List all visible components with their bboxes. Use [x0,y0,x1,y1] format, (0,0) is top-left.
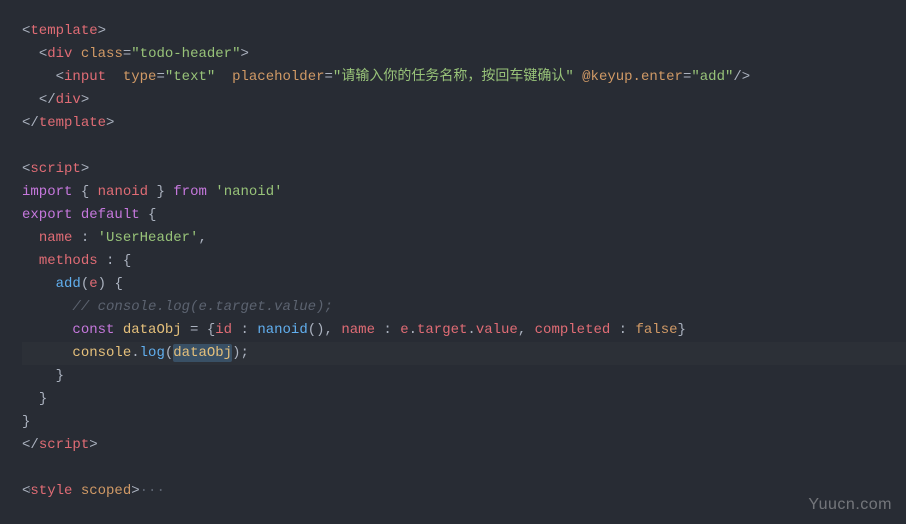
code-line[interactable] [22,457,906,480]
code-line[interactable]: methods : { [22,250,906,273]
code-editor[interactable]: <template> <div class="todo-header"> <in… [0,0,906,503]
code-line[interactable]: add(e) { [22,273,906,296]
fold-icon[interactable]: › [26,480,33,503]
code-line[interactable]: } [22,388,906,411]
code-line[interactable]: name : 'UserHeader', [22,227,906,250]
code-line[interactable]: console.log(dataObj); [22,342,906,365]
code-line[interactable]: </script> [22,434,906,457]
code-line[interactable] [22,135,906,158]
code-line[interactable]: // console.log(e.target.value); [22,296,906,319]
code-line[interactable]: </div> [22,89,906,112]
code-line[interactable]: <script> [22,158,906,181]
code-line[interactable]: <input type="text" placeholder="请输入你的任务名… [22,66,906,89]
code-line[interactable]: const dataObj = {id : nanoid(), name : e… [22,319,906,342]
code-line[interactable]: import { nanoid } from 'nanoid' [22,181,906,204]
code-line[interactable]: <template> [22,20,906,43]
code-line[interactable]: } [22,411,906,434]
code-line[interactable]: } [22,365,906,388]
code-line[interactable]: </template> [22,112,906,135]
code-line[interactable]: export default { [22,204,906,227]
watermark: Yuucn.com [808,493,892,516]
code-line[interactable]: <div class="todo-header"> [22,43,906,66]
code-line[interactable]: ›<style scoped>··· [22,480,906,503]
